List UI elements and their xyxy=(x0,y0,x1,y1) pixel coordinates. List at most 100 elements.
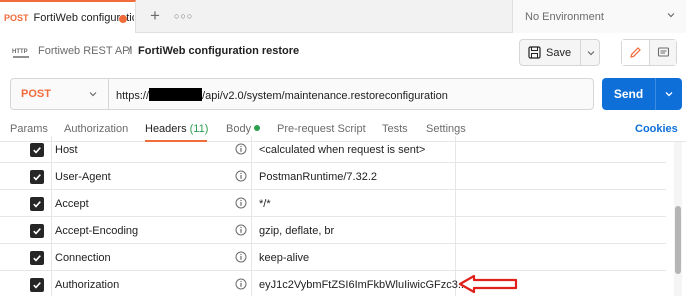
table-row: Accept */* xyxy=(0,190,666,217)
row-enabled-checkbox[interactable] xyxy=(29,169,44,184)
tab-params[interactable]: Params xyxy=(10,123,48,135)
row-checkbox-cell xyxy=(22,271,52,296)
request-tab[interactable]: POST FortiWeb configuratic xyxy=(0,0,136,33)
tab-settings[interactable]: Settings xyxy=(426,123,466,135)
header-key: Connection xyxy=(55,251,111,264)
header-description-cell[interactable] xyxy=(456,136,666,163)
header-value-cell[interactable]: PostmanRuntime/7.32.2 xyxy=(252,163,456,190)
checkmark-icon xyxy=(32,281,41,289)
tab-body-label: Body xyxy=(226,123,252,135)
breadcrumb-collection[interactable]: Fortiweb REST API xyxy=(38,45,133,57)
tab-tests[interactable]: Tests xyxy=(382,123,408,135)
row-enabled-checkbox[interactable] xyxy=(29,142,44,157)
save-button-group: Save xyxy=(519,39,600,66)
send-button[interactable]: Send xyxy=(602,78,655,110)
header-key-cell[interactable]: Accept-Encoding xyxy=(52,217,252,244)
body-indicator-icon xyxy=(254,125,261,131)
header-value: PostmanRuntime/7.32.2 xyxy=(259,170,378,183)
breadcrumb-request[interactable]: FortiWeb configuration restore xyxy=(138,45,299,57)
header-value: */* xyxy=(259,197,271,210)
svg-text:HTTP: HTTP xyxy=(12,49,28,55)
row-enabled-checkbox[interactable] xyxy=(29,223,44,238)
scrollbar-thumb[interactable] xyxy=(675,206,681,274)
info-icon[interactable] xyxy=(235,278,247,290)
environment-label: No Environment xyxy=(525,10,604,23)
header-key: Host xyxy=(55,143,78,156)
checkmark-icon xyxy=(32,227,41,235)
tab-headers-label: Headers xyxy=(145,123,187,135)
url-path: /api/v2.0/system/maintenance.restoreconf… xyxy=(202,90,448,102)
tab-headers[interactable]: Headers (11) xyxy=(145,123,208,135)
save-icon xyxy=(528,46,541,59)
header-value: <calculated when request is sent> xyxy=(259,143,426,156)
cookies-link[interactable]: Cookies xyxy=(635,123,678,135)
edit-mode-button[interactable] xyxy=(622,40,650,65)
header-key: Authorization xyxy=(55,278,120,291)
header-value-cell[interactable]: eyJ1c2VybmFtZSI6ImFkbWluIiwicGFzc3... xyxy=(252,271,467,296)
info-icon[interactable] xyxy=(235,143,247,155)
row-checkbox-cell xyxy=(22,163,52,190)
header-description-cell[interactable] xyxy=(456,217,666,244)
checkmark-icon xyxy=(32,173,41,181)
table-row: User-Agent PostmanRuntime/7.32.2 xyxy=(0,163,666,190)
comment-icon xyxy=(657,47,669,57)
http-icon: HTTP xyxy=(12,49,29,58)
header-value: keep-alive xyxy=(259,251,310,264)
tab-prerequest-script[interactable]: Pre-request Script xyxy=(277,123,366,135)
annotation-arrow-icon xyxy=(458,274,518,294)
vertical-scrollbar[interactable] xyxy=(674,142,682,296)
header-key-cell[interactable]: Accept xyxy=(52,190,252,217)
plus-icon[interactable]: + xyxy=(146,6,164,26)
header-value-cell[interactable]: gzip, deflate, br xyxy=(252,217,456,244)
header-key: Accept xyxy=(55,197,89,210)
url-input[interactable]: https:// /api/v2.0/system/maintenance.res… xyxy=(116,88,448,102)
header-key-cell[interactable]: Connection xyxy=(52,244,252,271)
header-value-cell[interactable]: <calculated when request is sent> xyxy=(252,136,456,163)
info-icon[interactable] xyxy=(235,197,247,209)
header-value: eyJ1c2VybmFtZSI6ImFkbWluIiwicGFzc3... xyxy=(259,278,468,291)
save-label: Save xyxy=(546,46,572,59)
unsaved-dot-icon xyxy=(119,15,127,23)
table-row: Connection keep-alive xyxy=(0,244,666,271)
checkmark-icon xyxy=(32,254,41,262)
checkmark-icon xyxy=(32,200,41,208)
header-key-cell[interactable]: User-Agent xyxy=(52,163,252,190)
view-mode-toggle xyxy=(621,39,677,66)
method-select[interactable]: POST xyxy=(11,79,109,109)
tab-strip: POST FortiWeb configuratic + ○○○ No Envi… xyxy=(0,0,686,33)
header-key-cell[interactable]: Authorization xyxy=(52,271,252,296)
tab-method: POST xyxy=(4,12,29,23)
header-value-cell[interactable]: */* xyxy=(252,190,456,217)
url-prefix: https:// xyxy=(116,90,150,102)
checkmark-icon xyxy=(32,146,41,154)
url-bar: POST https:// /api/v2.0/system/maintenanc… xyxy=(10,78,594,110)
save-button[interactable]: Save xyxy=(520,40,580,65)
row-checkbox-cell xyxy=(22,136,52,163)
row-checkbox-cell xyxy=(22,190,52,217)
send-options-button[interactable] xyxy=(655,78,682,110)
header-value: gzip, deflate, br xyxy=(259,224,335,237)
info-icon[interactable] xyxy=(235,170,247,182)
row-enabled-checkbox[interactable] xyxy=(29,250,44,265)
chevron-down-icon xyxy=(89,92,97,97)
info-icon[interactable] xyxy=(235,224,247,236)
headers-table: Host <calculated when request is sent> Use… xyxy=(0,136,686,296)
header-value-cell[interactable]: keep-alive xyxy=(252,244,456,271)
environment-selector[interactable]: No Environment xyxy=(512,0,686,33)
request-header-bar: HTTP Fortiweb REST API / FortiWeb config… xyxy=(0,34,686,72)
row-enabled-checkbox[interactable] xyxy=(29,277,44,292)
documentation-mode-button[interactable] xyxy=(650,40,676,65)
info-icon[interactable] xyxy=(235,251,247,263)
chevron-down-icon xyxy=(665,92,673,97)
header-description-cell[interactable] xyxy=(456,190,666,217)
header-description-cell[interactable] xyxy=(456,163,666,190)
tab-body[interactable]: Body xyxy=(226,123,261,135)
header-key-cell[interactable]: Host xyxy=(52,136,252,163)
tab-authorization[interactable]: Authorization xyxy=(64,123,128,135)
header-description-cell[interactable] xyxy=(456,244,666,271)
save-options-button[interactable] xyxy=(580,40,600,65)
row-checkbox-cell xyxy=(22,217,52,244)
row-enabled-checkbox[interactable] xyxy=(29,196,44,211)
more-horizontal-icon[interactable]: ○○○ xyxy=(174,6,192,26)
method-value: POST xyxy=(21,88,51,100)
